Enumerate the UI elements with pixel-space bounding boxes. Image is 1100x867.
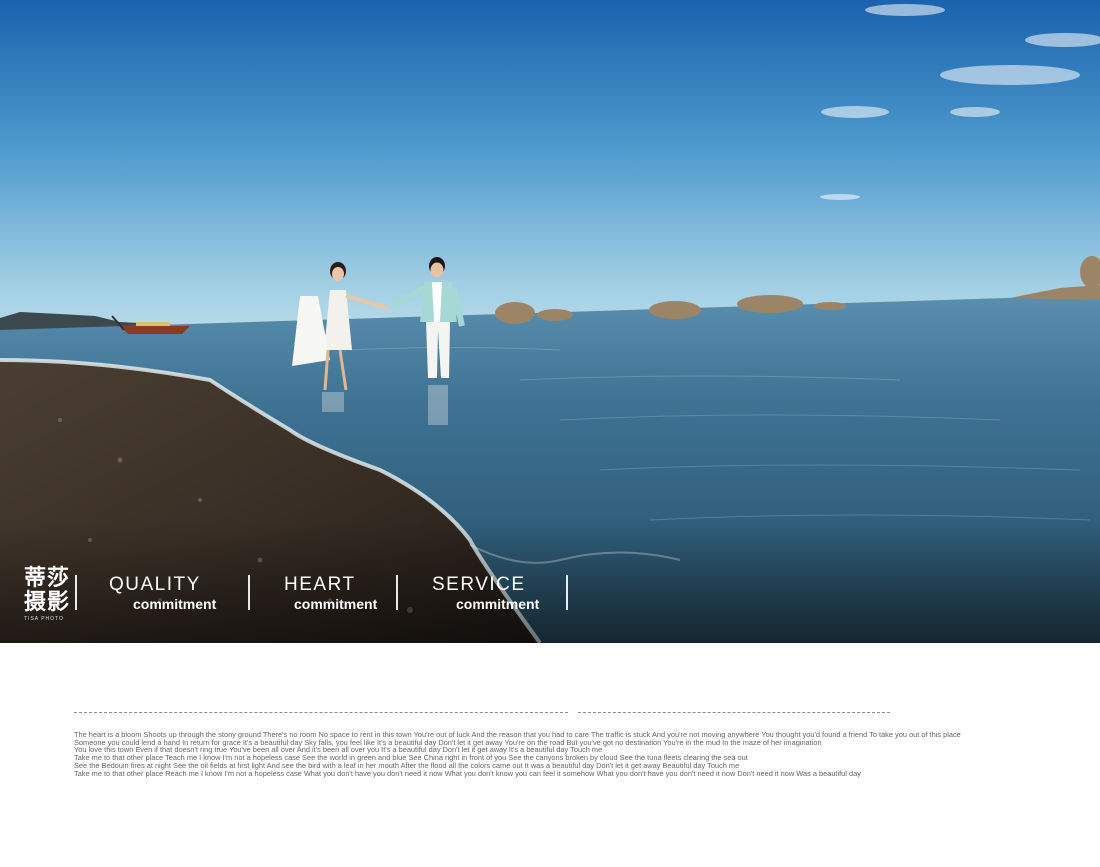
- hero-photo: [0, 0, 1100, 643]
- pillar-subtitle: commitment: [456, 596, 540, 612]
- divider: [566, 575, 568, 610]
- divider: [248, 575, 250, 610]
- pillar-heart: HEART commitment: [284, 574, 377, 612]
- divider: [75, 575, 77, 610]
- sky: [0, 0, 1100, 330]
- pillar-quality: QUALITY commitment: [109, 574, 216, 612]
- pillar-title: SERVICE: [432, 574, 526, 595]
- lyrics-line: Take me to that other place Reach me I k…: [74, 768, 861, 778]
- pillar-title: HEART: [284, 574, 356, 595]
- pillar-service: SERVICE commitment: [432, 574, 539, 612]
- lyrics-paragraph: The heart is a bloom Shoots up through t…: [74, 731, 1064, 777]
- logo-text: 蒂莎摄影: [24, 565, 71, 615]
- pillar-title: QUALITY: [109, 574, 201, 595]
- divider: [396, 575, 398, 610]
- pillar-subtitle: commitment: [294, 596, 378, 612]
- pillar-subtitle: commitment: [133, 596, 217, 612]
- studio-logo: 蒂莎摄影 TISA PHOTO: [24, 566, 74, 626]
- logo-subtext: TISA PHOTO: [24, 616, 64, 622]
- dashed-rule-left: [74, 712, 568, 713]
- beach-couple-photo: [0, 0, 1100, 643]
- dashed-rule-right: [578, 712, 890, 713]
